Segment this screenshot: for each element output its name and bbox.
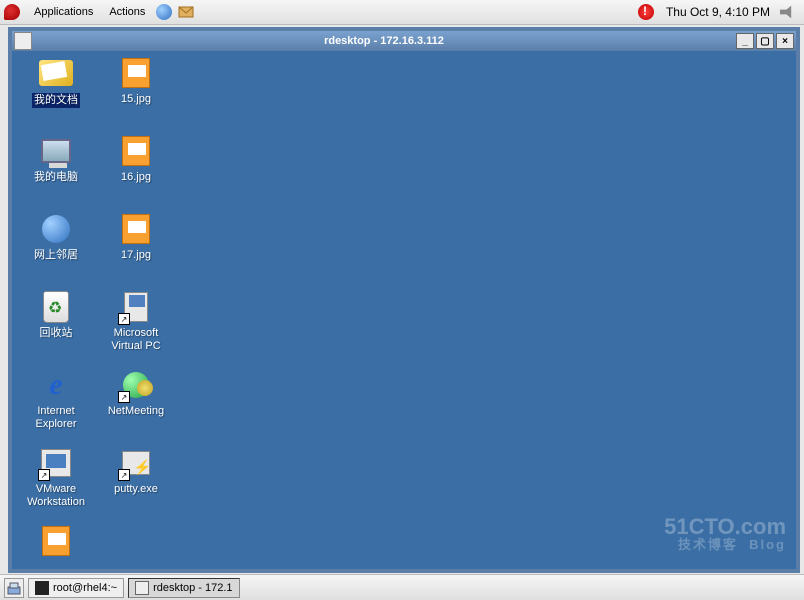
- icon-label: 16.jpg: [121, 171, 151, 184]
- computer-icon: [41, 139, 71, 163]
- icon-label: Microsoft Virtual PC: [111, 327, 160, 352]
- icon-label: VMware Workstation: [27, 483, 85, 508]
- shortcut-arrow-icon: ↗: [118, 469, 130, 481]
- network-places-icon[interactable]: 网上邻居: [16, 211, 96, 289]
- top-panel: Applications Actions Thu Oct 9, 4:10 PM: [0, 0, 804, 25]
- shortcut-arrow-icon: ↗: [118, 313, 130, 325]
- my-documents-icon[interactable]: 我的文档: [16, 55, 96, 133]
- applications-menu[interactable]: Applications: [26, 3, 101, 21]
- watermark-main: 51CTO.com: [664, 516, 786, 538]
- titlebar[interactable]: rdesktop - 172.16.3.112 _ ▢ ×: [12, 31, 796, 51]
- shortcut-arrow-icon: ↗: [118, 391, 130, 403]
- recycle-bin-icon[interactable]: 回收站: [16, 289, 96, 367]
- image-file-icon: [122, 58, 150, 88]
- putty-icon[interactable]: ↗ putty.exe: [96, 445, 176, 523]
- image-16-icon[interactable]: 16.jpg: [96, 133, 176, 211]
- watermark: 51CTO.com 技术博客 Blog: [664, 516, 786, 551]
- globe-icon: [42, 215, 70, 243]
- image-15-icon[interactable]: 15.jpg: [96, 55, 176, 133]
- icon-label: Internet Explorer: [36, 405, 77, 430]
- window-icon: [135, 581, 149, 595]
- ie-icon: e: [49, 368, 62, 402]
- window-menu-icon[interactable]: [14, 32, 32, 50]
- internet-explorer-icon[interactable]: e Internet Explorer: [16, 367, 96, 445]
- icon-label: 我的电脑: [34, 171, 78, 184]
- icon-label: 15.jpg: [121, 93, 151, 106]
- minimize-button[interactable]: _: [736, 33, 754, 49]
- window-title: rdesktop - 172.16.3.112: [32, 35, 736, 47]
- shortcut-arrow-icon: ↗: [38, 469, 50, 481]
- icon-label: 我的文档: [32, 93, 80, 108]
- rdesktop-window: rdesktop - 172.16.3.112 _ ▢ × 我的文档 15.jp…: [8, 27, 800, 573]
- icon-label: 网上邻居: [34, 249, 78, 262]
- taskbar-label: rdesktop - 172.1: [153, 582, 233, 594]
- image-file-icon: [42, 526, 70, 556]
- folder-icon: [39, 60, 73, 86]
- mail-launcher-icon[interactable]: [177, 3, 195, 21]
- watermark-sub: 技术博客: [678, 537, 738, 552]
- volume-icon[interactable]: [780, 4, 796, 20]
- bottom-panel: root@rhel4:~ rdesktop - 172.1: [0, 574, 804, 600]
- terminal-icon: [35, 581, 49, 595]
- icon-label: 回收站: [40, 327, 73, 340]
- icon-label: putty.exe: [114, 483, 158, 496]
- maximize-button[interactable]: ▢: [756, 33, 774, 49]
- my-computer-icon[interactable]: 我的电脑: [16, 133, 96, 211]
- watermark-tag: Blog: [749, 537, 786, 552]
- taskbar-label: root@rhel4:~: [53, 582, 117, 594]
- close-button[interactable]: ×: [776, 33, 794, 49]
- image-17-icon[interactable]: 17.jpg: [96, 211, 176, 289]
- netmeeting-icon[interactable]: ↗ NetMeeting: [96, 367, 176, 445]
- remote-desktop[interactable]: 我的文档 15.jpg 我的电脑 16.jpg 网上邻居 17.jpg: [12, 51, 796, 569]
- vmware-workstation-icon[interactable]: ↗ VMware Workstation: [16, 445, 96, 523]
- virtual-pc-icon[interactable]: ↗ Microsoft Virtual PC: [96, 289, 176, 367]
- browser-launcher-icon[interactable]: [155, 3, 173, 21]
- actions-menu[interactable]: Actions: [101, 3, 153, 21]
- clock[interactable]: Thu Oct 9, 4:10 PM: [660, 5, 776, 19]
- recycle-icon: [43, 291, 69, 323]
- image-file-icon: [122, 136, 150, 166]
- redhat-icon[interactable]: [4, 4, 20, 20]
- alert-icon[interactable]: [638, 4, 654, 20]
- icon-label: NetMeeting: [108, 405, 164, 418]
- icon-label: 17.jpg: [121, 249, 151, 262]
- taskbar-rdesktop-button[interactable]: rdesktop - 172.1: [128, 578, 240, 598]
- image-file-icon: [122, 214, 150, 244]
- taskbar-terminal-button[interactable]: root@rhel4:~: [28, 578, 124, 598]
- show-desktop-button[interactable]: [4, 578, 24, 598]
- image-extra-icon[interactable]: [16, 523, 96, 569]
